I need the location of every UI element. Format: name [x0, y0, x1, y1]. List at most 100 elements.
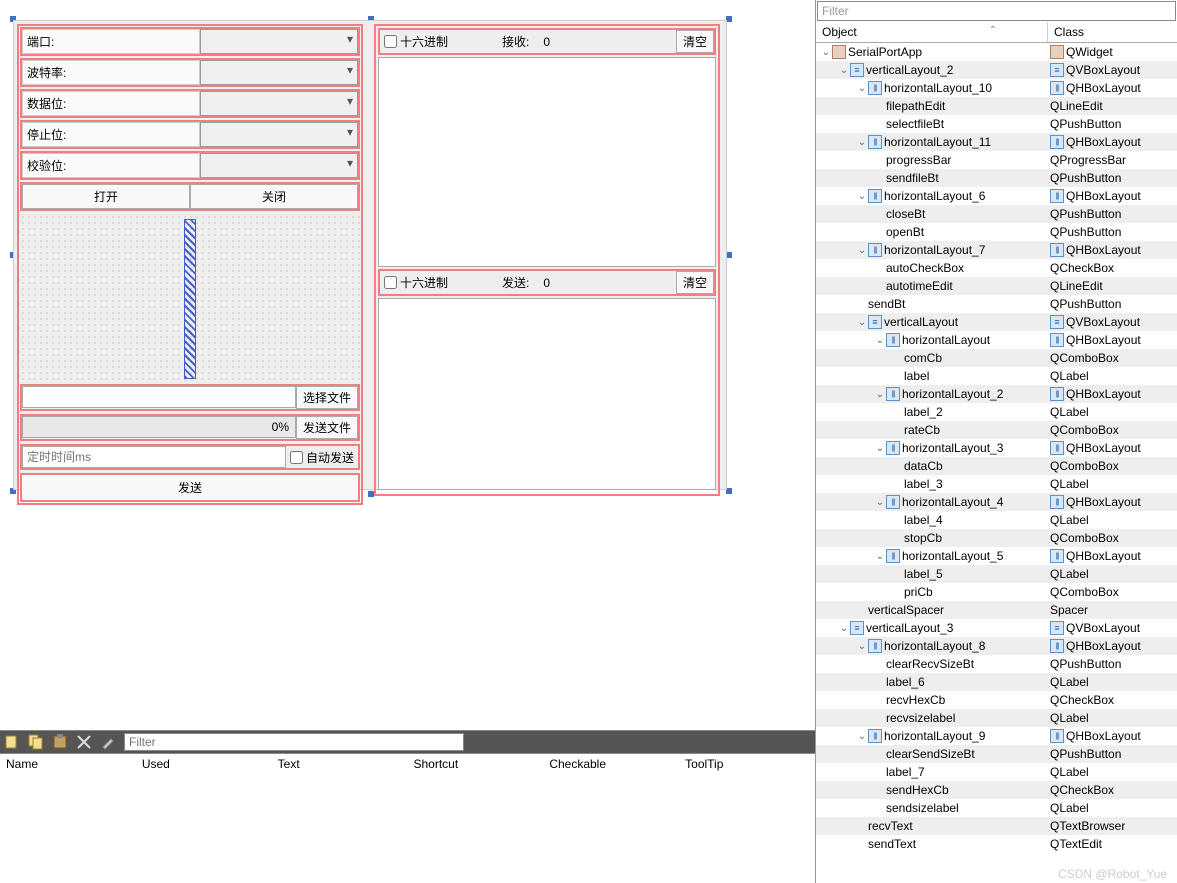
tree-row[interactable]: label_4QLabel: [816, 511, 1177, 529]
expand-icon[interactable]: ⌄: [838, 65, 850, 76]
tree-row[interactable]: ⌄horizontalLayout_4QHBoxLayout: [816, 493, 1177, 511]
configure-icon[interactable]: [100, 734, 116, 750]
horizontal-layout-baud[interactable]: 波特率:: [20, 58, 360, 87]
tree-row[interactable]: recvTextQTextBrowser: [816, 817, 1177, 835]
horizontal-layout-filepath[interactable]: 选择文件: [20, 384, 360, 411]
horizontal-layout-progress[interactable]: 0% 发送文件: [20, 414, 360, 441]
tree-row[interactable]: clearRecvSizeBtQPushButton: [816, 655, 1177, 673]
expand-icon[interactable]: ⌄: [856, 137, 868, 148]
expand-icon[interactable]: ⌄: [820, 47, 832, 58]
object-tree[interactable]: ⌄SerialPortAppQWidget⌄verticalLayout_2QV…: [816, 43, 1177, 883]
send-hex-checkbox[interactable]: 十六进制: [380, 274, 452, 291]
tree-row[interactable]: ⌄horizontalLayout_9QHBoxLayout: [816, 727, 1177, 745]
tree-row[interactable]: sendHexCbQCheckBox: [816, 781, 1177, 799]
tree-row[interactable]: ⌄horizontalLayout_6QHBoxLayout: [816, 187, 1177, 205]
tree-row[interactable]: ⌄verticalLayout_3QVBoxLayout: [816, 619, 1177, 637]
tree-row[interactable]: closeBtQPushButton: [816, 205, 1177, 223]
tree-row[interactable]: ⌄horizontalLayout_8QHBoxLayout: [816, 637, 1177, 655]
col-used[interactable]: Used: [136, 754, 272, 774]
expand-icon[interactable]: ⌄: [856, 191, 868, 202]
progress-bar[interactable]: 0%: [22, 416, 296, 438]
clear-send-button[interactable]: 清空: [676, 271, 714, 294]
horizontal-layout-port[interactable]: 端口:: [20, 27, 360, 56]
horizontal-layout-parity[interactable]: 校验位:: [20, 151, 360, 180]
tree-row[interactable]: openBtQPushButton: [816, 223, 1177, 241]
tree-row[interactable]: ⌄horizontalLayoutQHBoxLayout: [816, 331, 1177, 349]
tree-row[interactable]: labelQLabel: [816, 367, 1177, 385]
col-name[interactable]: Name: [0, 754, 136, 774]
tree-row[interactable]: ⌄horizontalLayout_2QHBoxLayout: [816, 385, 1177, 403]
tree-row[interactable]: ⌄verticalLayoutQVBoxLayout: [816, 313, 1177, 331]
tree-row[interactable]: dataCbQComboBox: [816, 457, 1177, 475]
tree-row[interactable]: ⌄horizontalLayout_5QHBoxLayout: [816, 547, 1177, 565]
filepath-input[interactable]: [22, 386, 296, 408]
recv-hex-checkbox[interactable]: 十六进制: [380, 33, 452, 50]
horizontal-layout-stop[interactable]: 停止位:: [20, 120, 360, 149]
copy-action-icon[interactable]: [28, 734, 44, 750]
inspector-filter-input[interactable]: Filter: [817, 1, 1176, 21]
tree-row[interactable]: label_7QLabel: [816, 763, 1177, 781]
expand-icon[interactable]: ⌄: [856, 245, 868, 256]
tree-row[interactable]: priCbQComboBox: [816, 583, 1177, 601]
col-text[interactable]: Text: [272, 754, 408, 774]
tree-row[interactable]: label_6QLabel: [816, 673, 1177, 691]
clear-recv-button[interactable]: 清空: [676, 30, 714, 53]
tree-row[interactable]: rateCbQComboBox: [816, 421, 1177, 439]
tree-row[interactable]: ⌄verticalLayout_2QVBoxLayout: [816, 61, 1177, 79]
action-filter-input[interactable]: [124, 733, 464, 751]
tree-row[interactable]: clearSendSizeBtQPushButton: [816, 745, 1177, 763]
expand-icon[interactable]: ⌄: [856, 731, 868, 742]
combo-stop[interactable]: [200, 122, 358, 147]
expand-icon[interactable]: ⌄: [874, 497, 886, 508]
horizontal-layout-openclose[interactable]: 打开 关闭: [20, 182, 360, 211]
expand-icon[interactable]: ⌄: [874, 389, 886, 400]
tree-row[interactable]: autoCheckBoxQCheckBox: [816, 259, 1177, 277]
tree-row[interactable]: sendsizelabelQLabel: [816, 799, 1177, 817]
expand-icon[interactable]: ⌄: [856, 317, 868, 328]
tree-row[interactable]: recvHexCbQCheckBox: [816, 691, 1177, 709]
combo-port[interactable]: [200, 29, 358, 54]
horizontal-layout-data[interactable]: 数据位:: [20, 89, 360, 118]
tree-row[interactable]: sendTextQTextEdit: [816, 835, 1177, 853]
tree-row[interactable]: comCbQComboBox: [816, 349, 1177, 367]
tree-row[interactable]: ⌄horizontalLayout_7QHBoxLayout: [816, 241, 1177, 259]
serialportapp-canvas[interactable]: 端口: 波特率: 数据位: 停止位: 校验位:: [13, 20, 727, 490]
form-designer[interactable]: 端口: 波特率: 数据位: 停止位: 校验位:: [0, 0, 815, 730]
tree-row[interactable]: ⌄SerialPortAppQWidget: [816, 43, 1177, 61]
col-tooltip[interactable]: ToolTip: [679, 754, 815, 774]
expand-icon[interactable]: ⌄: [838, 623, 850, 634]
tree-row[interactable]: stopCbQComboBox: [816, 529, 1177, 547]
vertical-layout-2[interactable]: 端口: 波特率: 数据位: 停止位: 校验位:: [17, 24, 363, 505]
open-button[interactable]: 打开: [22, 184, 190, 209]
tree-row[interactable]: ⌄horizontalLayout_3QHBoxLayout: [816, 439, 1177, 457]
vertical-spacer[interactable]: [20, 214, 360, 384]
vertical-layout-3[interactable]: 十六进制 接收: 0 清空 十六进制 发送: 0 清空: [374, 24, 720, 496]
tree-row[interactable]: label_3QLabel: [816, 475, 1177, 493]
tree-row[interactable]: selectfileBtQPushButton: [816, 115, 1177, 133]
tree-row[interactable]: progressBarQProgressBar: [816, 151, 1177, 169]
header-class[interactable]: Class: [1048, 22, 1177, 42]
send-button[interactable]: 发送: [20, 473, 360, 502]
autotime-input[interactable]: [22, 446, 286, 468]
delete-action-icon[interactable]: [76, 734, 92, 750]
select-file-button[interactable]: 选择文件: [296, 386, 358, 409]
send-file-button[interactable]: 发送文件: [296, 416, 358, 439]
tree-row[interactable]: recvsizelabelQLabel: [816, 709, 1177, 727]
tree-row[interactable]: label_2QLabel: [816, 403, 1177, 421]
col-shortcut[interactable]: Shortcut: [407, 754, 543, 774]
recv-textbrowser[interactable]: [378, 57, 716, 267]
expand-icon[interactable]: ⌄: [856, 641, 868, 652]
tree-row[interactable]: ⌄horizontalLayout_10QHBoxLayout: [816, 79, 1177, 97]
expand-icon[interactable]: ⌄: [874, 551, 886, 562]
tree-row[interactable]: verticalSpacerSpacer: [816, 601, 1177, 619]
horizontal-layout-autosend[interactable]: 自动发送: [20, 444, 360, 470]
tree-row[interactable]: label_5QLabel: [816, 565, 1177, 583]
expand-icon[interactable]: ⌄: [874, 335, 886, 346]
tree-row[interactable]: sendfileBtQPushButton: [816, 169, 1177, 187]
expand-icon[interactable]: ⌄: [874, 443, 886, 454]
close-button[interactable]: 关闭: [190, 184, 358, 209]
combo-baud[interactable]: [200, 60, 358, 85]
expand-icon[interactable]: ⌄: [856, 83, 868, 94]
col-checkable[interactable]: Checkable: [543, 754, 679, 774]
horizontal-layout-send-head[interactable]: 十六进制 发送: 0 清空: [378, 269, 716, 296]
